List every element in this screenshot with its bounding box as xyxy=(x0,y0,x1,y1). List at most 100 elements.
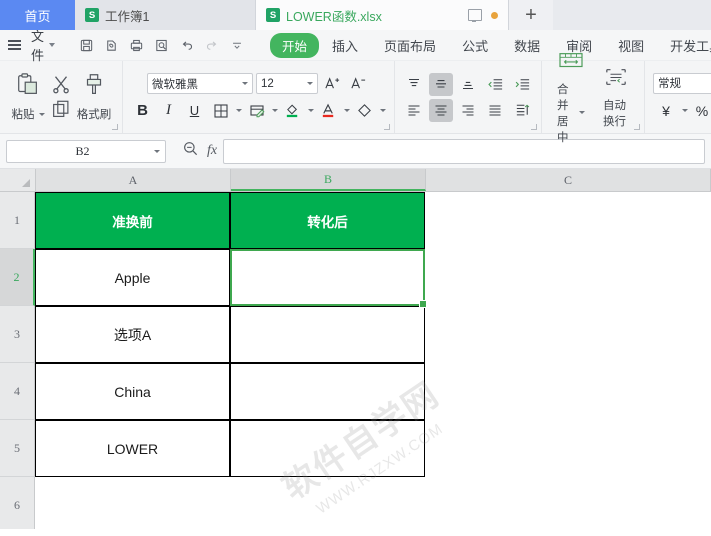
row-header-4[interactable]: 4 xyxy=(0,363,35,420)
ribbon-tab-data[interactable]: 数据 xyxy=(501,36,553,55)
percent-button[interactable]: % xyxy=(691,100,711,122)
cell-c5[interactable] xyxy=(425,420,711,477)
wrap-text-button[interactable]: 自动换行 xyxy=(598,66,634,129)
export-pdf-icon[interactable] xyxy=(100,34,123,56)
ribbon-tab-view[interactable]: 视图 xyxy=(605,36,657,55)
document-tab-lower[interactable]: S LOWER函数.xlsx xyxy=(256,0,509,30)
column-header-c[interactable]: C xyxy=(426,169,711,191)
cut-icon[interactable] xyxy=(50,73,72,95)
cell-a4[interactable]: China xyxy=(35,363,230,420)
fill-color-button[interactable] xyxy=(281,100,304,122)
print-preview-icon[interactable] xyxy=(150,34,173,56)
row-header-5[interactable]: 5 xyxy=(0,420,35,477)
undo-icon[interactable] xyxy=(175,34,198,56)
select-all-corner[interactable] xyxy=(0,169,36,191)
redo-icon xyxy=(200,34,223,56)
menu-hamburger-icon[interactable] xyxy=(8,40,21,50)
cell-c3[interactable] xyxy=(425,306,711,363)
cell-b5[interactable] xyxy=(230,420,425,477)
cell-c2[interactable] xyxy=(425,249,711,306)
chevron-down-icon[interactable] xyxy=(308,109,314,112)
row-header-6[interactable]: 6 xyxy=(0,477,35,529)
cell-a5[interactable]: LOWER xyxy=(35,420,230,477)
borders-button[interactable] xyxy=(209,100,232,122)
document-tab-workbook1[interactable]: S 工作簿1 xyxy=(75,0,256,30)
present-monitor-icon[interactable] xyxy=(468,9,482,22)
chevron-down-icon[interactable] xyxy=(272,109,278,112)
number-format-select[interactable]: 常规 xyxy=(653,72,711,94)
font-color-button[interactable] xyxy=(317,100,340,122)
align-right-button[interactable] xyxy=(456,99,480,122)
file-menu-label: 文件 xyxy=(31,29,45,63)
align-left-button[interactable] xyxy=(402,99,426,122)
clear-format-button[interactable] xyxy=(353,100,376,122)
ribbon-tab-page-layout[interactable]: 页面布局 xyxy=(371,36,449,55)
cell-a2[interactable]: Apple xyxy=(35,249,230,306)
zoom-formula-icon[interactable] xyxy=(182,140,199,162)
name-box[interactable]: B2 xyxy=(6,139,166,163)
merge-center-button[interactable]: 合并居中 xyxy=(552,50,590,145)
merge-cells-icon xyxy=(557,50,585,77)
increase-indent-button[interactable] xyxy=(510,73,534,96)
font-name-select[interactable]: 微软雅黑 xyxy=(147,73,253,94)
format-painter-icon xyxy=(81,72,107,103)
ribbon-tab-formula[interactable]: 公式 xyxy=(449,36,501,55)
bold-button[interactable]: B xyxy=(131,100,154,122)
home-tab[interactable]: 首页 xyxy=(0,0,75,30)
cell-c4[interactable] xyxy=(425,363,711,420)
chevron-down-icon[interactable] xyxy=(38,112,45,116)
column-header-b[interactable]: B xyxy=(231,169,426,191)
new-tab-button[interactable]: + xyxy=(509,0,553,30)
cell-b4[interactable] xyxy=(230,363,425,420)
align-middle-button[interactable] xyxy=(429,72,453,96)
decrease-font-size-button[interactable] xyxy=(347,73,370,95)
align-top-button[interactable] xyxy=(402,73,426,96)
font-top-row: 微软雅黑 12 xyxy=(147,73,370,95)
cell-b3[interactable] xyxy=(230,306,425,363)
column-header-a[interactable]: A xyxy=(36,169,231,191)
cell-c6[interactable] xyxy=(425,477,711,529)
cell-c1[interactable] xyxy=(425,192,711,249)
save-icon[interactable] xyxy=(75,34,98,56)
cell-b1[interactable]: 转化后 xyxy=(230,192,425,249)
row-header-3[interactable]: 3 xyxy=(0,306,35,363)
font-size-select[interactable]: 12 xyxy=(256,73,318,94)
print-icon[interactable] xyxy=(125,34,148,56)
name-box-value: B2 xyxy=(75,143,90,158)
row-header-2[interactable]: 2 xyxy=(0,249,35,306)
cell-b2[interactable] xyxy=(230,249,425,306)
italic-button[interactable]: I xyxy=(157,100,180,122)
cell-b6[interactable] xyxy=(230,477,425,529)
underline-button[interactable]: U xyxy=(183,100,206,122)
customize-qat-icon[interactable] xyxy=(225,34,248,56)
ribbon-tab-start[interactable]: 开始 xyxy=(270,32,320,58)
ribbon-tab-insert[interactable]: 插入 xyxy=(319,36,371,55)
row-header-1[interactable]: 1 xyxy=(0,192,35,249)
chevron-down-icon[interactable] xyxy=(681,109,688,112)
cell-a6[interactable] xyxy=(35,477,230,529)
ribbon: 粘贴 格式刷 微软雅黑 12 B I U 合并居中 自动换行 常规 ¥ % xyxy=(0,52,711,144)
chevron-down-icon[interactable] xyxy=(154,149,160,153)
copy-icon[interactable] xyxy=(50,99,72,121)
cell-a3[interactable]: 选项A xyxy=(35,306,230,363)
file-menu-button[interactable]: 文件 xyxy=(27,26,59,64)
align-bottom-button[interactable] xyxy=(456,73,480,96)
formula-input[interactable] xyxy=(223,138,705,164)
decrease-indent-button[interactable] xyxy=(483,73,507,96)
distribute-columns-button[interactable] xyxy=(510,99,534,122)
paste-button[interactable]: 粘贴 xyxy=(6,72,50,122)
increase-font-size-button[interactable] xyxy=(321,73,344,95)
chevron-down-icon[interactable] xyxy=(236,109,242,112)
ribbon-tab-developer[interactable]: 开发工具 xyxy=(657,36,711,55)
align-center-button[interactable] xyxy=(429,98,453,122)
chevron-down-icon[interactable] xyxy=(380,109,386,112)
cell-a1[interactable]: 准换前 xyxy=(35,192,230,249)
chevron-down-icon[interactable] xyxy=(579,111,585,114)
cell-style-button[interactable] xyxy=(245,100,268,122)
formula-bar: B2 fx xyxy=(0,134,711,169)
chevron-down-icon[interactable] xyxy=(344,109,350,112)
format-painter-button[interactable]: 格式刷 xyxy=(72,72,116,122)
justify-button[interactable] xyxy=(483,99,507,122)
quick-access-toolbar xyxy=(75,34,248,56)
currency-button[interactable]: ¥ xyxy=(655,100,678,122)
